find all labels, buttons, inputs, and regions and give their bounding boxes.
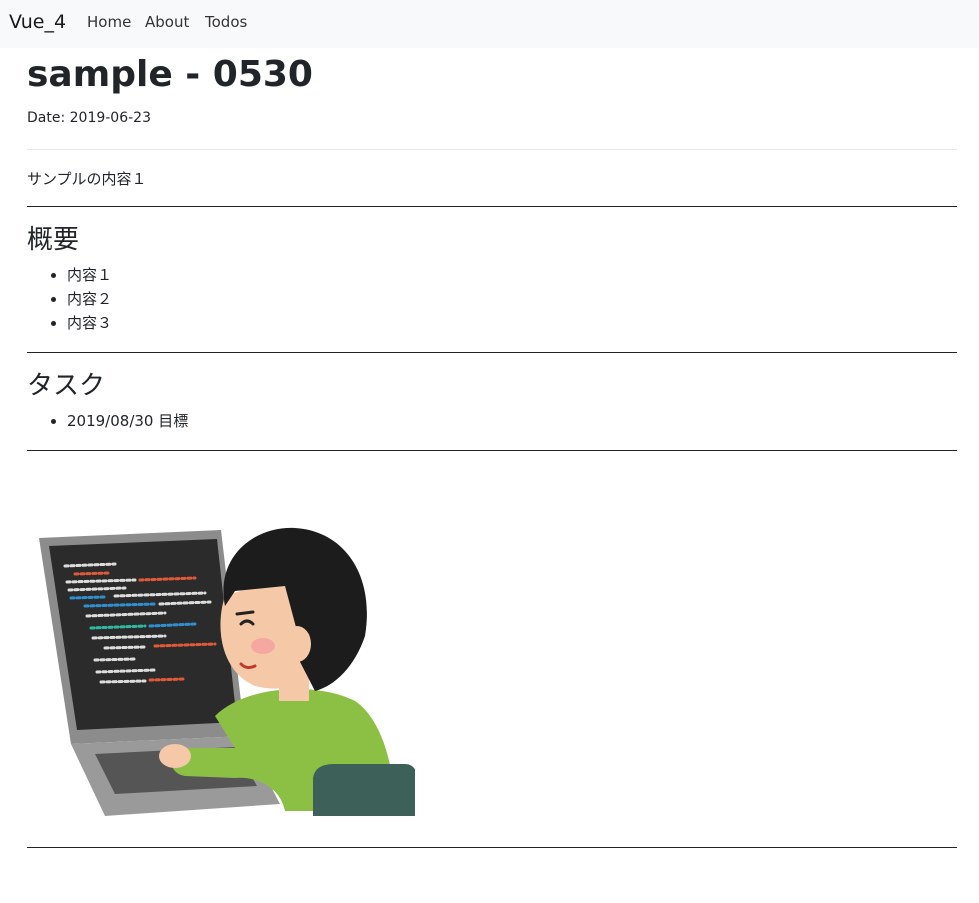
navbar-brand[interactable]: Vue_4 [9, 11, 66, 33]
list-item: 内容２ [67, 287, 112, 311]
navbar: Vue_4 Home About Todos [0, 0, 979, 48]
section-heading-tasks: タスク [27, 371, 106, 401]
task-list: 2019/08/30 目標 [27, 409, 188, 433]
divider [27, 352, 957, 353]
post-summary: サンプルの内容１ [27, 170, 147, 188]
divider [27, 149, 957, 150]
list-item: 2019/08/30 目標 [67, 409, 188, 433]
divider [27, 847, 957, 848]
nav-link-todos[interactable]: Todos [205, 13, 247, 31]
programmer-illustration [39, 527, 415, 816]
list-item: 内容３ [67, 311, 112, 335]
divider [27, 450, 957, 451]
post-date: Date: 2019-06-23 [27, 110, 151, 126]
section-heading-overview: 概要 [27, 225, 80, 255]
nav-link-about[interactable]: About [145, 13, 189, 31]
divider [27, 206, 957, 207]
overview-list: 内容１ 内容２ 内容３ [27, 263, 112, 335]
post-title: sample - 0530 [27, 54, 313, 95]
list-item: 内容１ [67, 263, 112, 287]
nav-link-home[interactable]: Home [87, 13, 131, 31]
